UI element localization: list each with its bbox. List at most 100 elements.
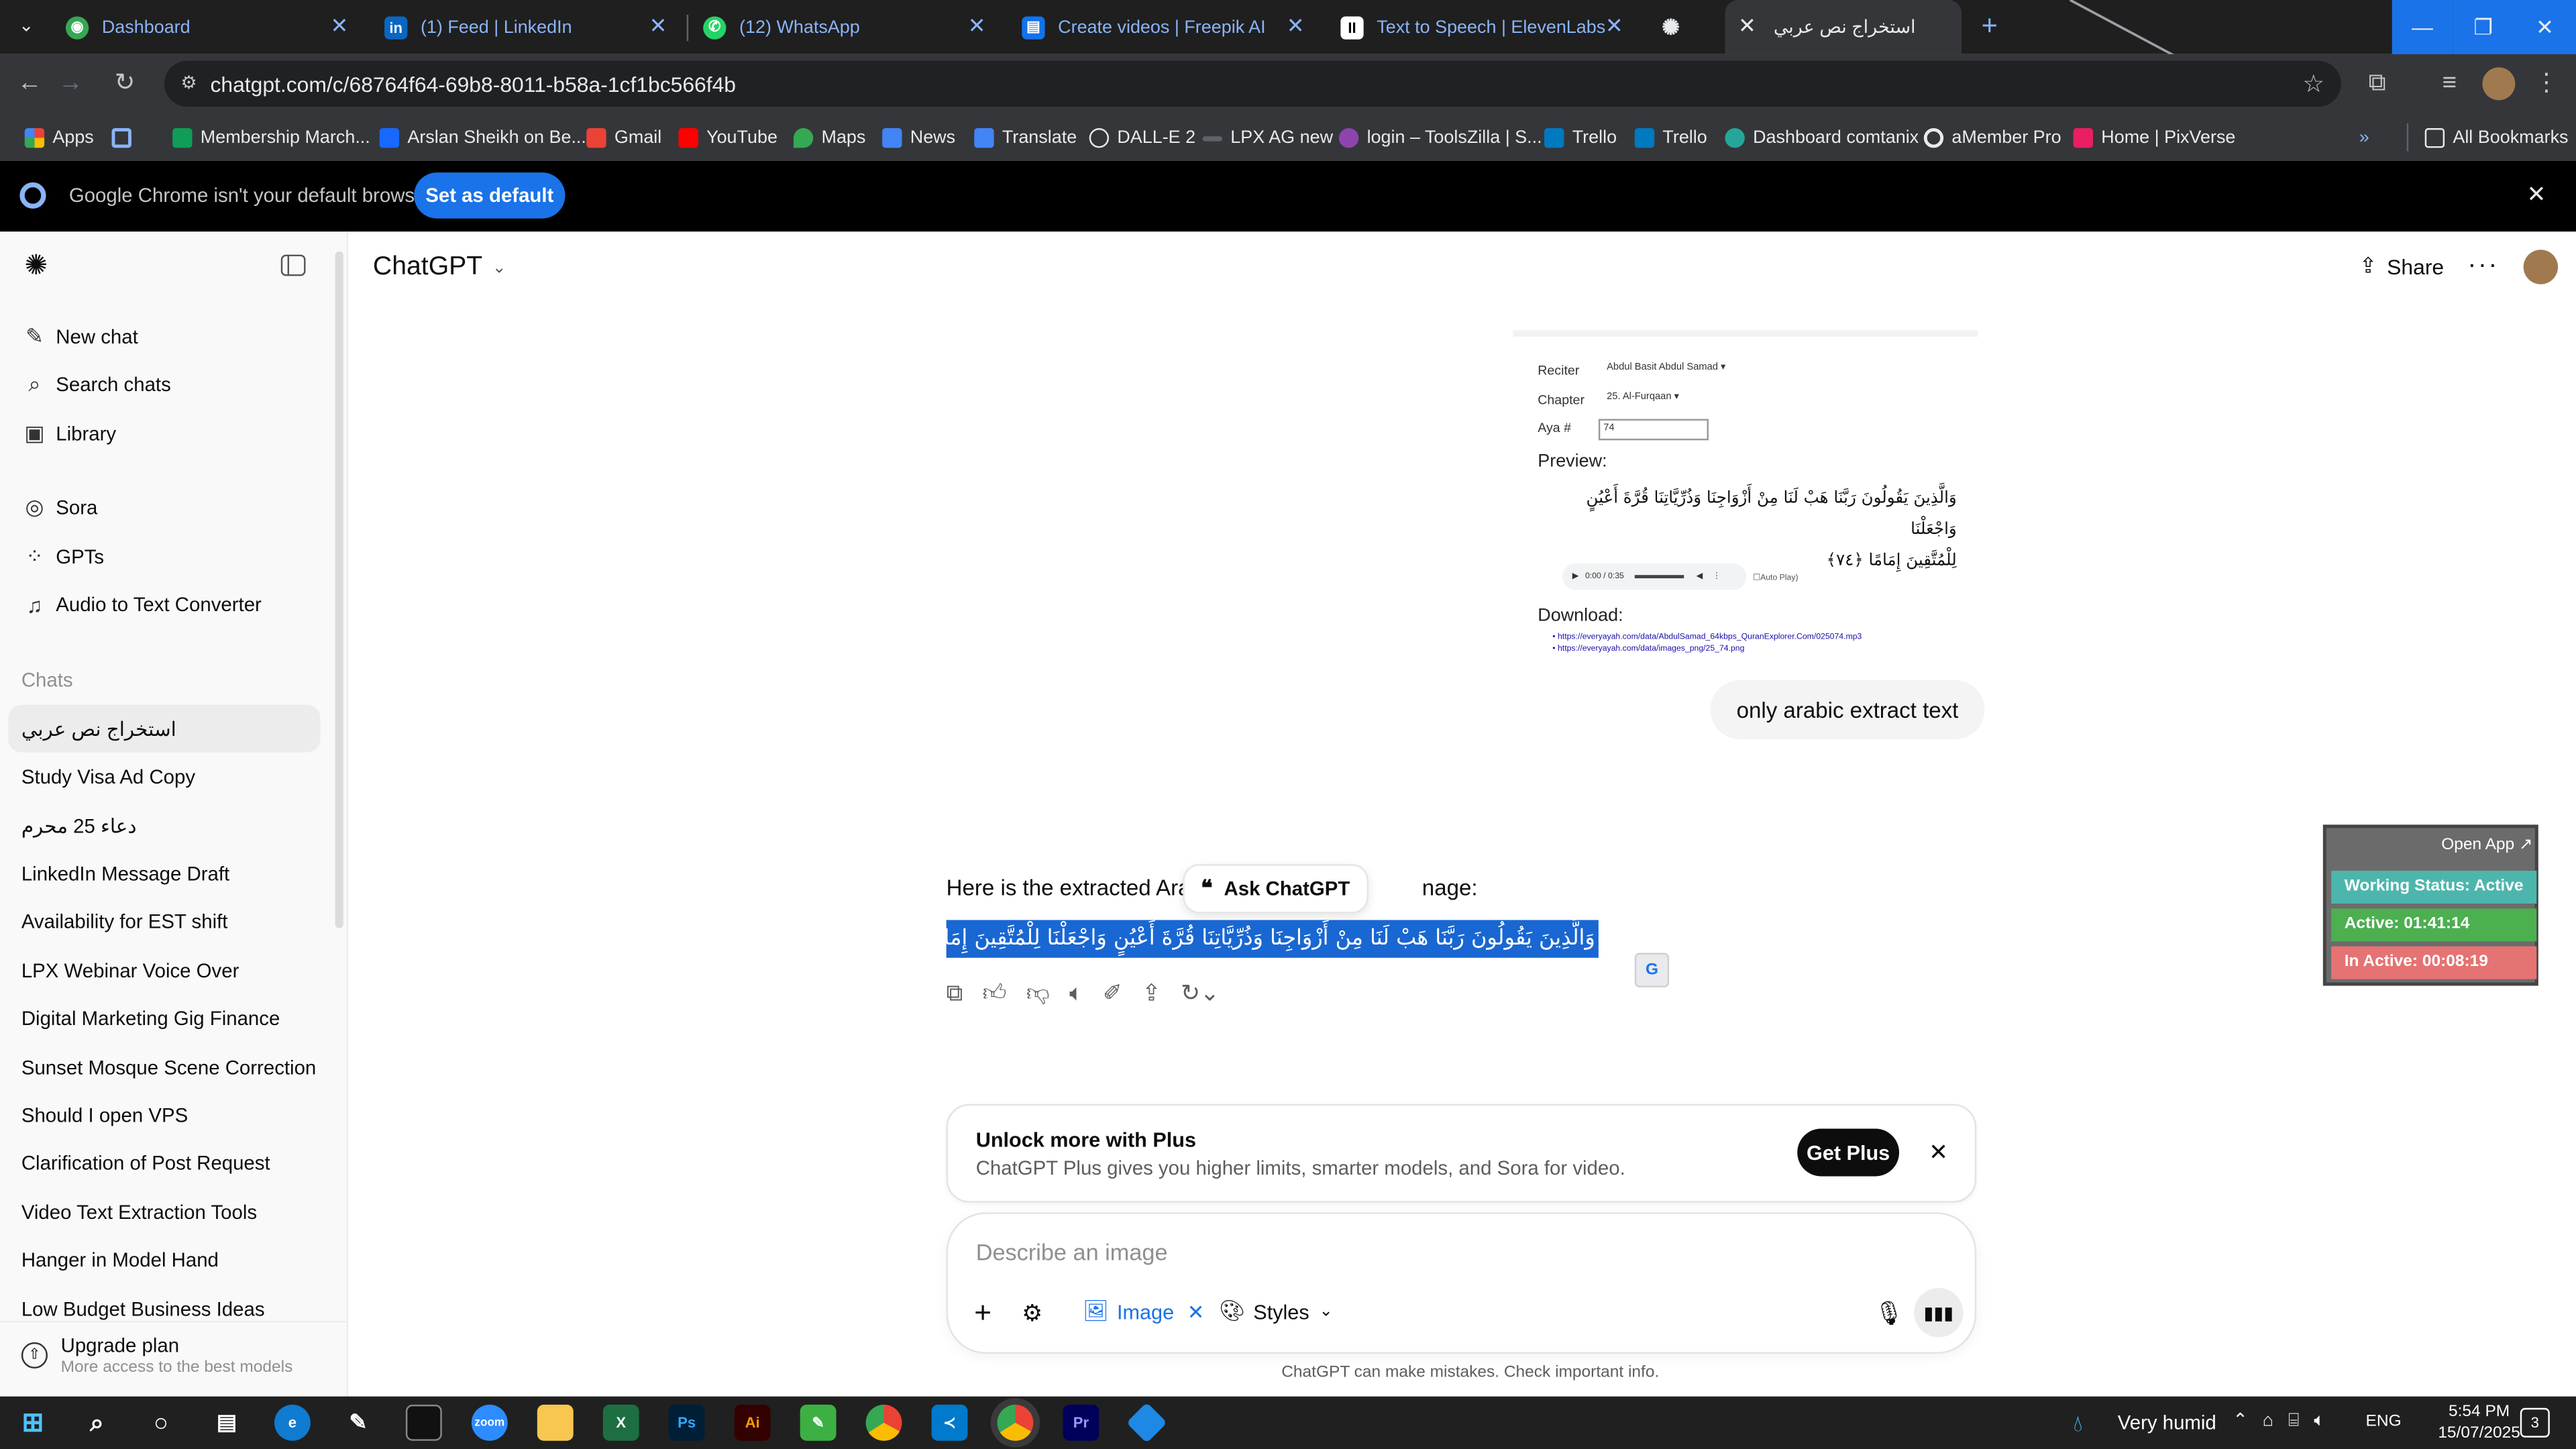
tab-chatgpt-active[interactable]: استخراج نص عربي ✕ xyxy=(1725,0,1962,54)
upgrade-plan-button[interactable]: ⇧ Upgrade plan More access to the best m… xyxy=(0,1320,347,1397)
task-view-icon[interactable]: ▤ xyxy=(209,1405,245,1441)
regenerate-icon[interactable]: ↻⌄ xyxy=(1181,979,1219,1008)
bookmark-translate[interactable]: Translate xyxy=(974,123,1077,153)
search-icon[interactable]: ⌕ xyxy=(79,1405,115,1441)
windows-start-icon[interactable]: ⊞ xyxy=(15,1405,51,1441)
remove-chip-icon[interactable]: ✕ xyxy=(1187,1299,1205,1324)
bookmark-pixverse[interactable]: Home | PixVerse xyxy=(2073,123,2235,153)
close-tab-icon[interactable]: ✕ xyxy=(1738,14,1756,38)
bookmark-maps[interactable]: Maps xyxy=(793,123,865,153)
bookmark-membership[interactable]: Membership March... xyxy=(172,123,370,153)
bookmark-youtube[interactable]: YouTube xyxy=(678,123,777,153)
more-bookmarks-icon[interactable]: » xyxy=(2359,123,2369,153)
chat-item[interactable]: Digital Marketing Gig Finance xyxy=(8,994,320,1042)
chat-item[interactable]: Clarification of Post Request xyxy=(8,1138,320,1186)
forward-icon[interactable]: → xyxy=(56,69,85,99)
uploaded-screenshot[interactable]: Reciter Abdul Basit Abdul Samad ▾ Chapte… xyxy=(1513,330,1978,677)
reload-icon[interactable]: ↻ xyxy=(110,69,140,99)
bookmark-gmail[interactable]: Gmail xyxy=(586,123,661,153)
bookmark-star-icon[interactable]: ☆ xyxy=(2302,69,2324,99)
close-sidebar-icon[interactable] xyxy=(280,254,306,276)
tab-whatsapp[interactable]: ✆ (12) WhatsApp ✕ xyxy=(687,0,999,54)
close-infobar-icon[interactable]: ✕ xyxy=(2527,180,2546,209)
close-tab-icon[interactable]: ✕ xyxy=(649,14,667,38)
get-plus-button[interactable]: Get Plus xyxy=(1797,1128,1900,1177)
arabic-extracted-text[interactable]: وَالَّذِينَ يَقُولُونَ رَبَّنَا هَبْ لَن… xyxy=(946,920,1599,958)
model-selector[interactable]: ChatGPT ⌄ xyxy=(373,253,506,282)
sidebar-scrollbar[interactable] xyxy=(335,251,343,928)
address-bar[interactable]: ⚙ chatgpt.com/c/68764f64-69b8-8011-b58a-… xyxy=(164,60,2341,107)
dismiss-plus-icon[interactable]: ✕ xyxy=(1929,1138,1948,1167)
close-tab-icon[interactable]: ✕ xyxy=(1287,14,1305,38)
thumbs-down-icon[interactable]: 👎︎ xyxy=(1026,979,1050,1008)
tab-chatgpt-pinned[interactable]: ✺ xyxy=(1643,0,1725,54)
excel-icon[interactable]: X xyxy=(602,1404,639,1441)
profile-avatar[interactable] xyxy=(2482,67,2516,101)
bookmark-trello-2[interactable]: Trello xyxy=(1634,123,1707,153)
new-chat-button[interactable]: ✎ New chat xyxy=(21,319,138,355)
open-app-link[interactable]: Open App ↗ xyxy=(2441,837,2532,855)
close-window-button[interactable]: ✕ xyxy=(2513,0,2576,54)
back-icon[interactable]: ← xyxy=(15,69,44,99)
chat-item[interactable]: Study Visa Ad Copy xyxy=(8,753,320,800)
share-button[interactable]: ⇪ Share xyxy=(2359,253,2444,279)
share-icon[interactable]: ⇪ xyxy=(1142,979,1161,1008)
zoom-icon[interactable]: zoom xyxy=(471,1404,508,1441)
account-avatar[interactable] xyxy=(2523,250,2559,284)
read-aloud-icon[interactable]: 🔈︎ xyxy=(1069,979,1083,1008)
clock[interactable]: 5:54 PM 15/07/2025 xyxy=(2438,1401,2520,1444)
copy-icon[interactable]: ⧉ xyxy=(947,979,963,1008)
notification-center[interactable]: 3 xyxy=(2520,1407,2550,1438)
restore-button[interactable]: ❐ xyxy=(2453,0,2514,54)
bookmark-grid[interactable] xyxy=(111,123,140,153)
all-bookmarks[interactable]: All Bookmarks xyxy=(2424,123,2569,153)
chat-item[interactable]: Video Text Extraction Tools xyxy=(8,1188,320,1236)
weather-text[interactable]: Very humid xyxy=(2118,1411,2216,1434)
pen-icon[interactable]: ✎ xyxy=(340,1405,376,1441)
microphone-icon[interactable]: 🎙︎ xyxy=(1874,1299,1904,1328)
edit-canvas-icon[interactable]: ✐ xyxy=(1103,979,1122,1008)
bookmark-behance[interactable]: Arslan Sheikh on Be... xyxy=(379,123,586,153)
language-indicator[interactable]: ENG xyxy=(2366,1413,2402,1431)
bookmark-toolszilla[interactable]: login – ToolsZilla | S... xyxy=(1338,123,1542,153)
chat-item[interactable]: دعاء 25 محرم xyxy=(8,802,320,849)
gpts-button[interactable]: ⁘ GPTs xyxy=(21,539,104,575)
site-info-icon[interactable]: ⚙ xyxy=(180,72,197,93)
chrome-icon[interactable] xyxy=(865,1404,902,1441)
terminal-icon[interactable] xyxy=(405,1404,442,1441)
chrome-menu-icon[interactable]: ⋮ xyxy=(2532,69,2561,99)
green-app-icon[interactable]: ✎ xyxy=(800,1404,837,1441)
chat-item[interactable]: Availability for EST shift xyxy=(8,897,320,945)
illustrator-icon[interactable]: Ai xyxy=(734,1404,771,1441)
chat-item[interactable]: Should I open VPS xyxy=(8,1091,320,1138)
premiere-icon[interactable]: Pr xyxy=(1063,1404,1099,1441)
extensions-icon[interactable]: ⧉ xyxy=(2363,69,2392,99)
edge-icon[interactable]: e xyxy=(274,1404,311,1441)
close-tab-icon[interactable]: ✕ xyxy=(1605,14,1623,38)
tab-freepik[interactable]: ▤ Create videos | Freepik AI ✕ xyxy=(1006,0,1318,54)
blue-app-icon[interactable] xyxy=(1126,1402,1167,1444)
vscode-icon[interactable]: ≺ xyxy=(931,1404,968,1441)
audio-to-text-gpt[interactable]: ♫ Audio to Text Converter xyxy=(21,586,261,623)
chat-item[interactable]: Sunset Mosque Scene Correction xyxy=(8,1043,320,1091)
tab-dashboard[interactable]: ◉ Dashboard ✕ xyxy=(49,0,361,54)
bookmark-comtanix[interactable]: Dashboard comtanix xyxy=(1725,123,1919,153)
set-default-button[interactable]: Set as default xyxy=(414,172,566,219)
media-control-icon[interactable]: ≡ xyxy=(2434,69,2464,99)
chatgpt-logo-icon[interactable]: ✺ xyxy=(21,250,51,281)
bookmark-amember[interactable]: aMember Pro xyxy=(1923,123,2061,153)
search-chats-button[interactable]: ⌕ Search chats xyxy=(21,366,171,402)
bookmark-dalle[interactable]: DALL-E 2 xyxy=(1089,123,1195,153)
close-tab-icon[interactable]: ✕ xyxy=(330,14,348,38)
bookmark-lpx[interactable]: LPX AG new xyxy=(1202,123,1333,153)
chat-item[interactable]: Hanger in Model Hand xyxy=(8,1236,320,1283)
new-tab-icon[interactable]: + xyxy=(1975,11,2004,41)
styles-dropdown[interactable]: 🎨︎ Styles ⌄ xyxy=(1219,1299,1333,1324)
image-tool-chip[interactable]: 🖼︎ Image ✕ xyxy=(1083,1299,1204,1324)
tools-icon[interactable]: ⚙ xyxy=(1022,1299,1042,1328)
chat-item[interactable]: Low Budget Business Ideas xyxy=(8,1285,320,1321)
photoshop-icon[interactable]: Ps xyxy=(668,1404,705,1441)
prompt-input[interactable]: Describe an image xyxy=(976,1239,1168,1265)
library-button[interactable]: ▣ Library xyxy=(21,416,116,452)
sora-button[interactable]: ◎ Sora xyxy=(21,490,98,526)
